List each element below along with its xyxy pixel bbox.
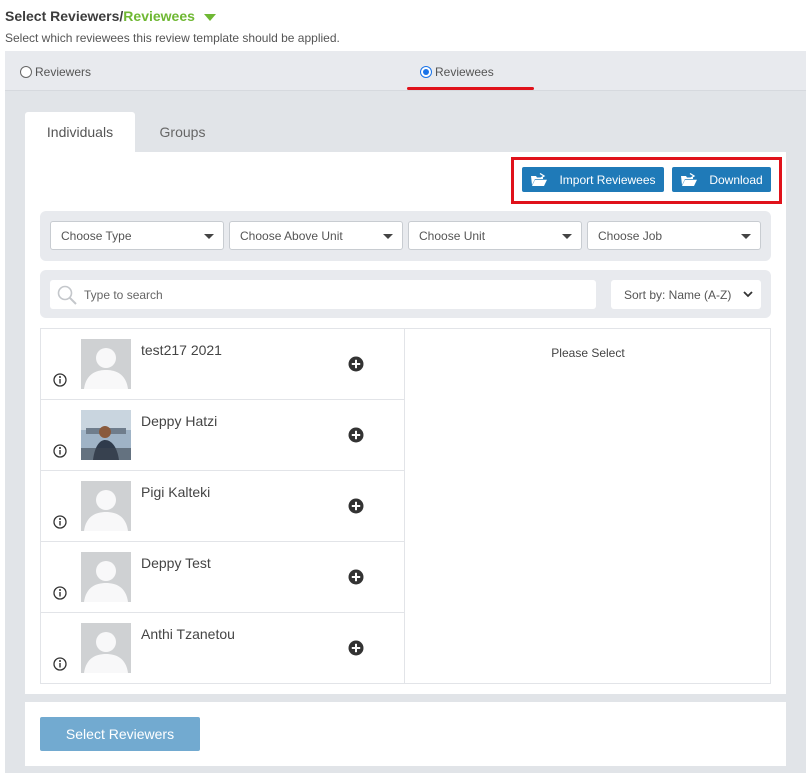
mode-selector: Reviewers Reviewees [5,51,806,91]
choose-unit-value: Choose Unit [419,228,486,243]
person-name: Anthi Tzanetou [141,626,235,642]
dropdown-arrow-icon [204,234,214,239]
add-icon[interactable] [348,356,364,372]
add-icon[interactable] [348,498,364,514]
select-reviewers-button[interactable]: Select Reviewers [40,717,200,751]
person-name: Deppy Test [141,555,211,571]
radio-reviewees[interactable]: Reviewees [420,65,494,79]
avatar [81,481,131,531]
sort-value: Sort by: Name (A-Z) [624,287,732,302]
choose-above-unit-select[interactable]: Choose Above Unit [229,221,403,250]
list-item[interactable]: test217 2021 [41,329,404,400]
add-icon[interactable] [348,427,364,443]
folder-open-icon [681,172,697,186]
search-input[interactable]: Type to search [50,280,596,309]
search-icon [57,285,77,305]
choose-type-value: Choose Type [61,228,132,243]
page-description: Select which reviewees this review templ… [5,31,340,45]
radio-unchecked-icon[interactable] [20,66,32,78]
avatar [81,552,131,602]
info-icon[interactable] [53,586,67,600]
dropdown-arrow-icon [741,234,751,239]
choose-unit-select[interactable]: Choose Unit [408,221,582,250]
person-name: Pigi Kalteki [141,484,211,500]
add-icon[interactable] [348,569,364,585]
download-button[interactable]: Download [672,167,771,192]
download-label: Download [709,172,763,187]
avatar [81,339,131,389]
choose-type-select[interactable]: Choose Type [50,221,224,250]
selected-empty-text: Please Select [551,346,625,360]
list-item[interactable]: Deppy Hatzi [41,400,404,471]
avatar [81,410,131,460]
dropdown-arrow-icon [562,234,572,239]
choose-job-value: Choose Job [598,228,663,243]
sort-select[interactable]: Sort by: Name (A-Z) [611,280,761,309]
radio-checked-icon[interactable] [420,66,432,78]
title-reviewees: Reviewees [123,8,195,24]
caret-down-icon[interactable] [203,13,216,21]
choose-job-select[interactable]: Choose Job [587,221,761,250]
import-reviewees-button[interactable]: Import Reviewees [522,167,664,192]
tab-individuals[interactable]: Individuals [25,112,135,152]
radio-reviewers-label: Reviewers [35,65,92,79]
choose-above-unit-value: Choose Above Unit [240,228,343,243]
radio-reviewees-label: Reviewees [435,65,494,79]
list-item[interactable]: Deppy Test [41,542,404,613]
list-divider [404,328,405,684]
add-icon[interactable] [348,640,364,656]
list-item[interactable]: Anthi Tzanetou [41,613,404,684]
list-item[interactable]: Pigi Kalteki [41,471,404,542]
title-reviewers: Select Reviewers/ [5,8,124,24]
tab-groups[interactable]: Groups [135,112,230,152]
info-icon[interactable] [53,657,67,671]
chevron-down-icon [743,291,753,298]
folder-open-icon [531,172,547,186]
person-name: Deppy Hatzi [141,413,218,429]
radio-reviewers[interactable]: Reviewers [20,65,91,79]
import-reviewees-label: Import Reviewees [559,172,656,187]
search-placeholder: Type to search [84,287,163,302]
page-title[interactable]: Select Reviewers/ Reviewees [5,8,216,24]
info-icon[interactable] [53,515,67,529]
dropdown-arrow-icon [383,234,393,239]
highlight-underline [407,87,534,90]
avatar [81,623,131,673]
person-name: test217 2021 [141,342,222,358]
info-icon[interactable] [53,444,67,458]
info-icon[interactable] [53,373,67,387]
